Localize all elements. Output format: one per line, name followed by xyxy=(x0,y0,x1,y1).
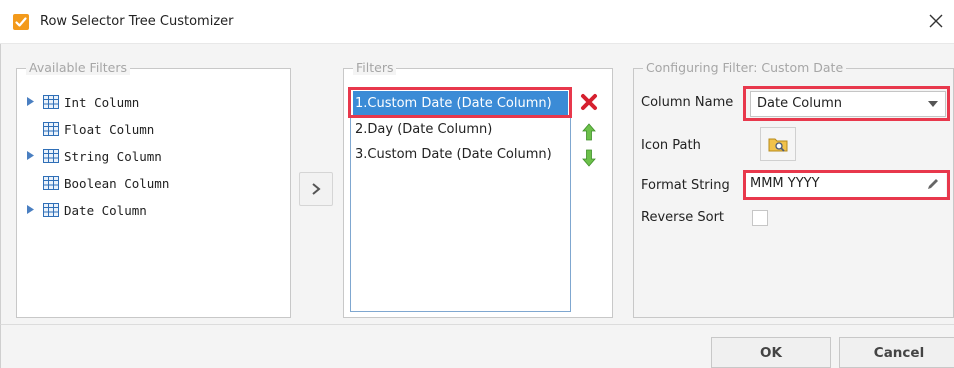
column-name-label: Column Name xyxy=(641,95,734,110)
filter-item-label: 1.Custom Date (Date Column) xyxy=(355,95,552,111)
folder-search-icon xyxy=(768,138,788,152)
filters-list[interactable]: 1.Custom Date (Date Column) 2.Day (Date … xyxy=(350,88,571,312)
arrow-up-icon[interactable] xyxy=(579,122,599,142)
ok-button[interactable]: OK xyxy=(711,337,831,368)
arrow-down-icon[interactable] xyxy=(579,148,599,168)
filter-item-label: 3.Custom Date (Date Column) xyxy=(355,146,552,162)
cancel-button[interactable]: Cancel xyxy=(839,337,954,368)
app-icon xyxy=(13,14,29,30)
format-string-value: MMM YYYY xyxy=(750,176,820,191)
table-column-icon xyxy=(43,149,59,163)
tree-item-int-column[interactable]: Int Column xyxy=(27,91,139,113)
chevron-right-icon xyxy=(312,183,321,195)
format-string-label: Format String xyxy=(641,178,730,193)
chevron-down-icon[interactable] xyxy=(921,92,945,116)
table-column-icon xyxy=(43,203,59,217)
tree-item-float-column[interactable]: Float Column xyxy=(27,118,154,140)
table-column-icon xyxy=(43,95,59,109)
filter-item-label: 2.Day (Date Column) xyxy=(355,121,493,137)
expand-icon[interactable] xyxy=(27,97,34,106)
browse-icon-button[interactable] xyxy=(760,127,796,161)
title-bar: Row Selector Tree Customizer xyxy=(0,0,954,44)
reverse-sort-checkbox[interactable] xyxy=(752,210,768,226)
window-title: Row Selector Tree Customizer xyxy=(40,14,234,29)
expand-icon[interactable] xyxy=(27,151,34,160)
icon-path-label: Icon Path xyxy=(641,138,701,153)
available-filters-group: Available Filters Int Column Float Colum… xyxy=(16,60,291,318)
table-column-icon xyxy=(43,176,59,190)
tree-item-label: Boolean Column xyxy=(64,175,170,191)
pencil-icon[interactable] xyxy=(926,177,940,191)
table-column-icon xyxy=(43,122,59,136)
column-name-value: Date Column xyxy=(757,96,842,111)
tree-item-date-column[interactable]: Date Column xyxy=(27,199,147,221)
expand-icon[interactable] xyxy=(27,205,34,214)
column-name-select[interactable]: Date Column xyxy=(750,91,946,117)
filters-group: Filters 1.Custom Date (Date Column) 2.Da… xyxy=(343,60,613,318)
filter-item[interactable]: 3.Custom Date (Date Column) xyxy=(353,142,568,166)
tree-item-label: Int Column xyxy=(64,94,140,110)
dialog-footer: OK Cancel xyxy=(0,324,954,368)
delete-x-icon[interactable] xyxy=(579,92,599,112)
filter-item[interactable]: 1.Custom Date (Date Column) xyxy=(353,91,568,115)
tree-item-string-column[interactable]: String Column xyxy=(27,145,162,167)
reverse-sort-label: Reverse Sort xyxy=(641,210,725,225)
close-icon[interactable] xyxy=(924,9,948,33)
filter-item[interactable]: 2.Day (Date Column) xyxy=(353,117,568,141)
configuring-filter-legend: Configuring Filter: Custom Date xyxy=(643,60,847,75)
tree-item-boolean-column[interactable]: Boolean Column xyxy=(27,172,169,194)
available-filters-legend: Available Filters xyxy=(26,60,131,75)
tree-item-label: Date Column xyxy=(64,202,147,218)
filters-legend: Filters xyxy=(353,60,397,75)
tree-item-label: String Column xyxy=(64,148,162,164)
add-filter-button[interactable] xyxy=(299,172,333,206)
format-string-input[interactable]: MMM YYYY xyxy=(746,173,946,197)
tree-item-label: Float Column xyxy=(64,121,155,137)
